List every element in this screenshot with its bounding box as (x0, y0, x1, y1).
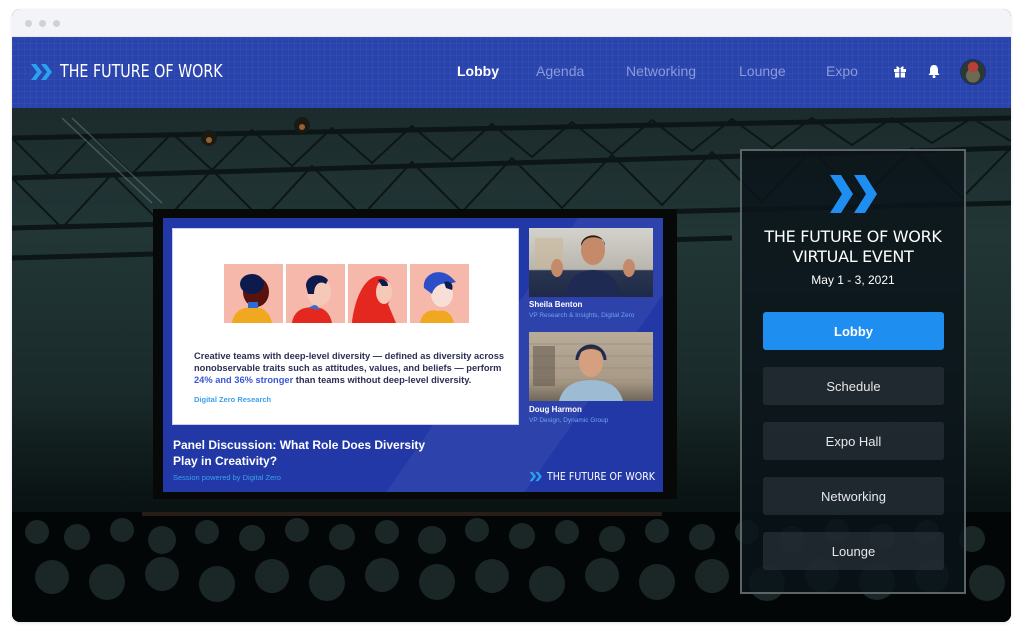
screen-brand-name: THE FUTURE OF WORK (547, 470, 655, 483)
window-dot (25, 20, 32, 27)
portrait-illustration (348, 264, 407, 323)
double-chevron-icon (529, 471, 542, 482)
nav-networking[interactable]: Networking (626, 63, 696, 79)
double-chevron-icon (830, 175, 877, 213)
speaker-title: VP Research & Insights, Digital Zero (529, 312, 635, 319)
slide-text-part: Creative teams with deep-level diversity… (194, 351, 505, 373)
portrait-illustration (410, 264, 469, 323)
slide-text-part: than teams without deep-level diversity. (293, 375, 472, 385)
schedule-button[interactable]: Schedule (763, 367, 944, 405)
top-nav: THE FUTURE OF WORK Lobby Agenda Networki… (12, 37, 1011, 108)
portrait-illustration (286, 264, 345, 323)
portrait-illustration (224, 264, 283, 323)
speaker-video-sheila[interactable] (529, 228, 653, 297)
portrait-illustrations (224, 264, 469, 323)
nav-agenda[interactable]: Agenda (536, 63, 584, 79)
event-hall-background: Creative teams with deep-level diversity… (12, 108, 1011, 622)
browser-chrome (12, 9, 1011, 37)
window-dot (53, 20, 60, 27)
nav-lounge[interactable]: Lounge (739, 63, 786, 79)
window-dot (39, 20, 46, 27)
event-title: THE FUTURE OF WORK VIRTUAL EVENT (742, 227, 964, 267)
bell-icon[interactable] (926, 63, 942, 79)
speaker-title: VP Design, Dynamic Group (529, 417, 609, 424)
event-date: May 1 - 3, 2021 (811, 273, 895, 287)
expo-hall-button[interactable]: Expo Hall (763, 422, 944, 460)
slide-source: Digital Zero Research (194, 395, 272, 404)
event-title-line: THE FUTURE OF WORK (764, 227, 942, 246)
networking-button[interactable]: Networking (763, 477, 944, 515)
screen-brand: THE FUTURE OF WORK (529, 470, 673, 483)
speaker-video-doug[interactable] (529, 332, 653, 401)
slide-highlight: 24% and 36% stronger (194, 375, 294, 385)
speaker-name: Doug Harmon (529, 405, 582, 414)
event-title-line: VIRTUAL EVENT (792, 247, 914, 266)
lobby-button[interactable]: Lobby (763, 312, 944, 350)
user-avatar[interactable] (960, 59, 986, 85)
speaker-name: Sheila Benton (529, 300, 583, 309)
session-sponsor: Session powered by Digital Zero (173, 473, 281, 482)
presentation-slide: Creative teams with deep-level diversity… (172, 228, 519, 425)
stage-screen: Creative teams with deep-level diversity… (163, 218, 663, 492)
session-title: Panel Discussion: What Role Does Diversi… (173, 438, 426, 468)
slide-body-text: Creative teams with deep-level diversity… (194, 350, 514, 386)
gift-icon[interactable] (892, 63, 908, 79)
nav-lobby[interactable]: Lobby (457, 63, 499, 79)
nav-expo[interactable]: Expo (826, 63, 858, 79)
lounge-button[interactable]: Lounge (763, 532, 944, 570)
event-menu-panel: THE FUTURE OF WORK VIRTUAL EVENT May 1 -… (740, 149, 966, 594)
browser-window: THE FUTURE OF WORK Lobby Agenda Networki… (12, 9, 1011, 622)
